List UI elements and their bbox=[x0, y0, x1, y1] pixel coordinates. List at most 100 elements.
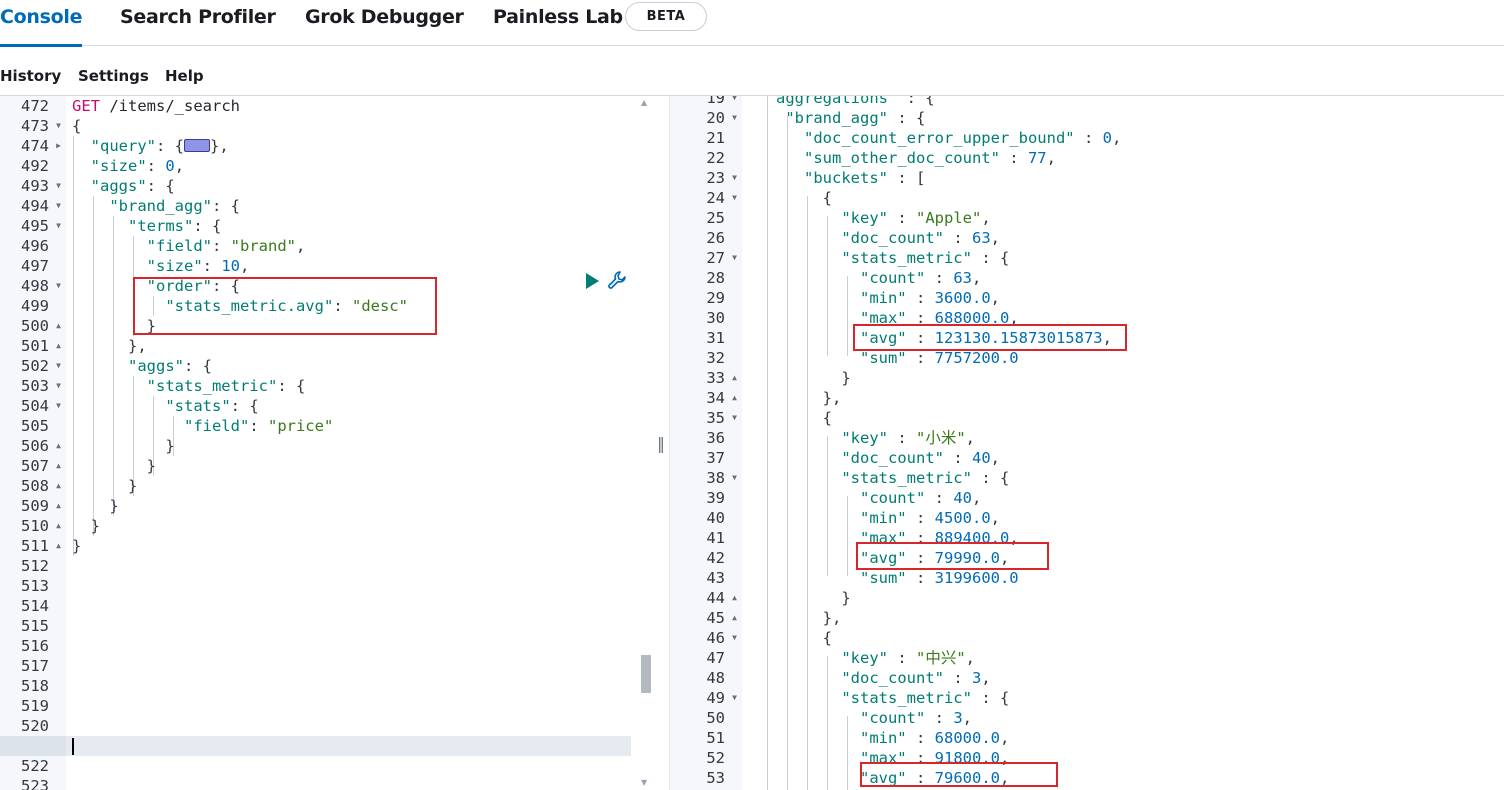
response-line-number: 47 bbox=[706, 649, 725, 667]
fold-toggle-icon[interactable]: ▼ bbox=[56, 116, 61, 136]
response-line-number: 49 ▼ bbox=[706, 688, 737, 708]
fold-toggle-icon[interactable]: ▲ bbox=[56, 536, 61, 556]
fold-toggle-icon[interactable]: ▲ bbox=[56, 336, 61, 356]
tab-search-profiler[interactable]: Search Profiler bbox=[120, 0, 276, 46]
request-line-number: 506 ▲ bbox=[21, 436, 61, 456]
request-line-number: 499 bbox=[21, 297, 49, 315]
fold-toggle-icon[interactable]: ▲ bbox=[56, 516, 61, 536]
response-line-number: 41 bbox=[706, 529, 725, 547]
fold-toggle-icon[interactable]: ▼ bbox=[732, 96, 737, 108]
response-line-number: 39 bbox=[706, 489, 725, 507]
fold-toggle-icon[interactable]: ▲ bbox=[56, 436, 61, 456]
request-line-number: 492 bbox=[21, 157, 49, 175]
response-line-number: 33 ▲ bbox=[706, 368, 737, 388]
highlight-order-box bbox=[133, 277, 437, 335]
request-line-number: 497 bbox=[21, 257, 49, 275]
fold-toggle-icon[interactable]: ▲ bbox=[732, 368, 737, 388]
request-line-number: 474 ▶ bbox=[21, 136, 61, 156]
fold-toggle-icon[interactable]: ▲ bbox=[56, 496, 61, 516]
wrench-icon[interactable] bbox=[606, 269, 628, 291]
response-line-number: 34 ▲ bbox=[706, 388, 737, 408]
response-line-number: 36 bbox=[706, 429, 725, 447]
request-line-number: 472 bbox=[21, 97, 49, 115]
request-line-number: 520 bbox=[21, 717, 49, 735]
response-line-number: 35 ▼ bbox=[706, 408, 737, 428]
fold-toggle-icon[interactable]: ▲ bbox=[732, 388, 737, 408]
response-line-number: 32 bbox=[706, 349, 725, 367]
fold-toggle-icon[interactable]: ▼ bbox=[732, 688, 737, 708]
fold-toggle-icon[interactable]: ▼ bbox=[732, 468, 737, 488]
beta-badge: BETA bbox=[625, 2, 707, 31]
response-line-number: 52 bbox=[706, 749, 725, 767]
highlight-avg-apple bbox=[853, 324, 1127, 351]
request-line-number: 511 ▲ bbox=[21, 536, 61, 556]
active-line-gutter bbox=[0, 736, 66, 756]
fold-toggle-icon[interactable]: ▼ bbox=[732, 168, 737, 188]
response-line-number: 23 ▼ bbox=[706, 168, 737, 188]
fold-toggle-icon[interactable]: ▼ bbox=[56, 396, 61, 416]
resize-handle-icon[interactable]: ‖ bbox=[657, 434, 665, 453]
request-editor[interactable]: GET /items/_search { "query": {}, "size"… bbox=[72, 96, 637, 790]
request-line-number: 496 bbox=[21, 237, 49, 255]
request-line-number: 514 bbox=[21, 597, 49, 615]
response-line-number: 42 bbox=[706, 549, 725, 567]
fold-toggle-icon[interactable]: ▼ bbox=[56, 196, 61, 216]
request-line-number: 513 bbox=[21, 577, 49, 595]
response-line-number: 31 bbox=[706, 329, 725, 347]
fold-toggle-icon[interactable]: ▼ bbox=[732, 628, 737, 648]
fold-toggle-icon[interactable]: ▲ bbox=[56, 456, 61, 476]
scroll-up-arrow[interactable]: ▲ bbox=[641, 98, 647, 107]
menu-help[interactable]: Help bbox=[165, 67, 204, 85]
response-line-number: 30 bbox=[706, 309, 725, 327]
request-scrollbar-thumb[interactable] bbox=[641, 655, 651, 693]
fold-toggle-icon[interactable]: ▼ bbox=[56, 276, 61, 296]
tab-console[interactable]: Console bbox=[0, 0, 82, 47]
request-line-number: 510 ▲ bbox=[21, 516, 61, 536]
request-line-number: 504 ▼ bbox=[21, 396, 61, 416]
response-output: aggregations : { "brand_agg" : { "doc_co… bbox=[748, 96, 1504, 790]
request-line-number: 494 ▼ bbox=[21, 196, 61, 216]
highlight-avg-xiaomi bbox=[856, 542, 1049, 570]
response-line-number: 28 bbox=[706, 269, 725, 287]
response-line-number: 29 bbox=[706, 289, 725, 307]
response-line-number: 53 bbox=[706, 769, 725, 787]
menu-history[interactable]: History bbox=[0, 67, 61, 85]
fold-toggle-icon[interactable]: ▼ bbox=[56, 356, 61, 376]
fold-toggle-icon[interactable]: ▼ bbox=[732, 108, 737, 128]
fold-toggle-icon[interactable]: ▼ bbox=[732, 188, 737, 208]
top-tabs: Console Search Profiler Grok Debugger Pa… bbox=[0, 0, 1504, 47]
response-line-number: 43 bbox=[706, 569, 725, 587]
menu-settings[interactable]: Settings bbox=[78, 67, 149, 85]
fold-toggle-icon[interactable]: ▶ bbox=[56, 136, 61, 156]
fold-toggle-icon[interactable]: ▲ bbox=[732, 608, 737, 628]
fold-toggle-icon[interactable]: ▼ bbox=[732, 408, 737, 428]
request-line-number: 500 ▲ bbox=[21, 316, 61, 336]
response-line-number: 46 ▼ bbox=[706, 628, 737, 648]
scroll-down-arrow[interactable]: ▼ bbox=[641, 778, 647, 787]
response-line-number: 27 ▼ bbox=[706, 248, 737, 268]
fold-toggle-icon[interactable]: ▲ bbox=[56, 476, 61, 496]
highlight-avg-zte bbox=[860, 762, 1058, 787]
text-cursor bbox=[72, 738, 74, 755]
request-line-number: 512 bbox=[21, 557, 49, 575]
folded-placeholder-icon[interactable] bbox=[184, 139, 210, 152]
fold-toggle-icon[interactable]: ▼ bbox=[56, 216, 61, 236]
tab-grok-debugger[interactable]: Grok Debugger bbox=[305, 0, 464, 46]
response-line-number: 19 ▼ bbox=[670, 96, 742, 108]
fold-toggle-icon[interactable]: ▼ bbox=[56, 176, 61, 196]
fold-toggle-icon[interactable]: ▲ bbox=[56, 316, 61, 336]
response-line-number: 26 bbox=[706, 229, 725, 247]
request-line-number: 495 ▼ bbox=[21, 216, 61, 236]
request-line-number: 519 bbox=[21, 697, 49, 715]
request-line-number: 515 bbox=[21, 617, 49, 635]
play-icon[interactable] bbox=[586, 273, 599, 289]
request-method: GET bbox=[72, 97, 100, 115]
fold-toggle-icon[interactable]: ▼ bbox=[732, 248, 737, 268]
response-line-number: 40 bbox=[706, 509, 725, 527]
request-line-number: 493 ▼ bbox=[21, 176, 61, 196]
fold-toggle-icon[interactable]: ▼ bbox=[56, 376, 61, 396]
tab-painless-lab[interactable]: Painless Lab bbox=[493, 0, 623, 46]
request-line-number: 523 bbox=[21, 777, 49, 790]
request-line-number: 498 ▼ bbox=[21, 276, 61, 296]
fold-toggle-icon[interactable]: ▲ bbox=[732, 588, 737, 608]
